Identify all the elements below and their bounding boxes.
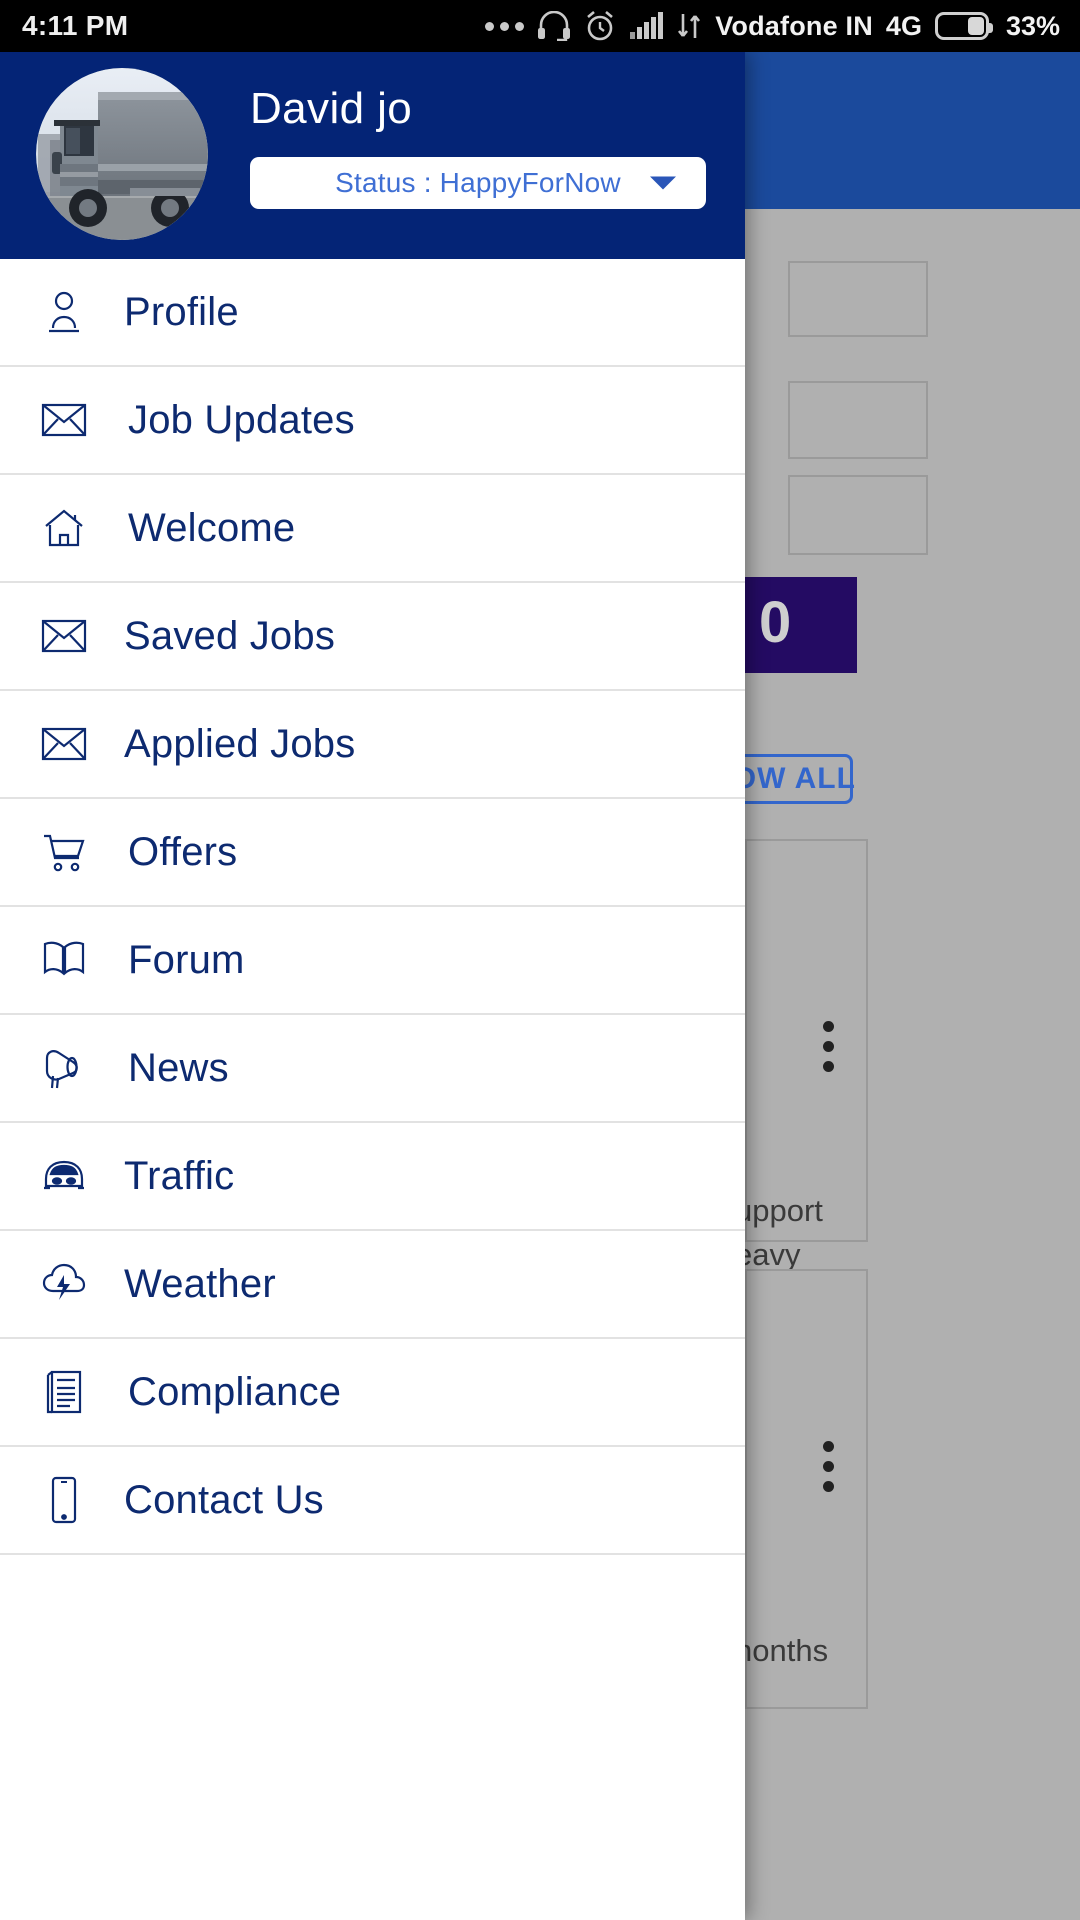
menu-item-label: Forum (128, 937, 245, 982)
background-counter-badge: 0 (745, 577, 857, 673)
menu-item-label: Traffic (124, 1153, 235, 1198)
menu-item-contact-us[interactable]: Contact Us (0, 1447, 745, 1555)
menu-item-label: Offers (128, 829, 238, 874)
status-bar-network: 4G (885, 10, 922, 41)
mobile-phone-icon (36, 1476, 92, 1524)
headset-icon (538, 11, 571, 41)
envelope-icon (36, 403, 92, 437)
battery-icon (934, 12, 993, 40)
status-dropdown[interactable]: Status : HappyForNow (250, 157, 706, 209)
menu-item-traffic[interactable]: Traffic (0, 1123, 745, 1231)
background-card-text: nonths (735, 1633, 829, 1668)
menu-item-applied-jobs[interactable]: Applied Jobs (0, 691, 745, 799)
status-bar-time: 4:11 PM (22, 10, 129, 41)
menu-item-label: Profile (124, 289, 239, 334)
alarm-clock-icon (587, 11, 614, 41)
home-icon (36, 507, 92, 549)
chevron-down-icon (650, 176, 676, 190)
data-transfer-icon (678, 14, 701, 38)
menu-item-label: Welcome (128, 505, 296, 550)
open-book-icon (36, 940, 92, 980)
envelope-icon (36, 727, 92, 761)
avatar[interactable] (36, 68, 208, 240)
menu-item-label: Weather (124, 1261, 276, 1306)
system-status-bar: 4:11 PM Vodafone IN 4G 33% (0, 0, 1080, 52)
cloud-lightning-icon (36, 1262, 92, 1306)
drawer-header: David jo Status : HappyForNow (0, 52, 745, 259)
menu-item-weather[interactable]: Weather (0, 1231, 745, 1339)
background-card (745, 839, 868, 1242)
background-counter-value: 0 (759, 590, 792, 655)
person-icon (36, 290, 92, 334)
menu-item-offers[interactable]: Offers (0, 799, 745, 907)
envelope-icon (36, 619, 92, 653)
truck-avatar-image (36, 68, 208, 240)
menu-item-label: Saved Jobs (124, 613, 336, 658)
menu-item-forum[interactable]: Forum (0, 907, 745, 1015)
menu-item-saved-jobs[interactable]: Saved Jobs (0, 583, 745, 691)
menu-item-welcome[interactable]: Welcome (0, 475, 745, 583)
more-dots-icon (485, 21, 525, 31)
kebab-menu-icon[interactable] (823, 1441, 834, 1492)
menu-item-label: Contact Us (124, 1477, 324, 1522)
menu-item-compliance[interactable]: Compliance (0, 1339, 745, 1447)
kebab-menu-icon[interactable] (823, 1021, 834, 1072)
menu-item-job-updates[interactable]: Job Updates (0, 367, 745, 475)
signal-bars-icon (630, 12, 664, 39)
status-label: Status : HappyForNow (335, 167, 621, 198)
background-card (788, 475, 928, 555)
background-card (788, 381, 928, 459)
megaphone-icon (36, 1046, 92, 1090)
menu-item-label: Job Updates (128, 397, 355, 442)
menu-item-profile[interactable]: Profile (0, 259, 745, 367)
drawer-menu: Profile Job Updates Welcome Saved Jobs A… (0, 259, 745, 1555)
profile-name: David jo (250, 84, 413, 133)
menu-item-label: Compliance (128, 1369, 342, 1414)
status-bar-battery-percent: 33% (1005, 10, 1060, 41)
car-icon (36, 1157, 92, 1195)
background-card-text: upport (735, 1193, 823, 1228)
menu-item-label: Applied Jobs (124, 721, 356, 766)
navigation-drawer: David jo Status : HappyForNow Profile Jo… (0, 52, 745, 1920)
background-card (788, 261, 928, 337)
menu-item-label: News (128, 1045, 229, 1090)
app-screen: 0 HOW ALL upport eavy nonths David jo St… (0, 0, 1080, 1920)
menu-item-news[interactable]: News (0, 1015, 745, 1123)
document-list-icon (36, 1369, 92, 1415)
status-bar-carrier: Vodafone IN (715, 10, 873, 41)
shopping-cart-icon (36, 831, 92, 873)
